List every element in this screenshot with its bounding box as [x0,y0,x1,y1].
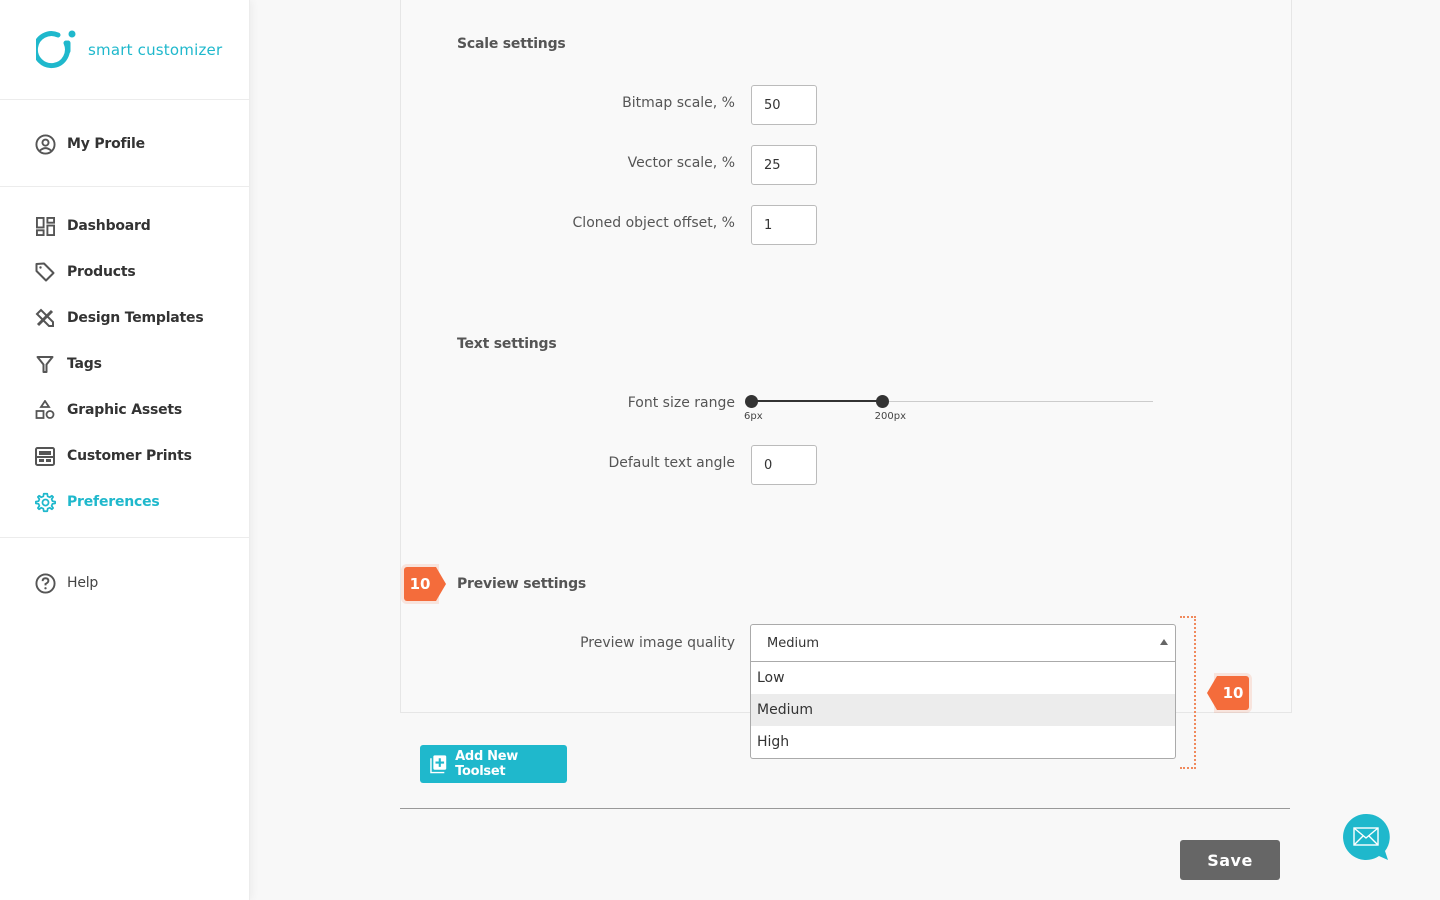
main-nav: Dashboard Products Design Templates Tags… [0,187,249,538]
default-text-angle-label: Default text angle [608,455,735,471]
mail-chat-icon [1343,813,1390,860]
preview-settings-title: Preview settings [457,576,587,592]
prints-icon [34,445,56,467]
preview-quality-options: Low Medium High [750,662,1176,759]
sidebar-item-graphic-assets[interactable]: Graphic Assets [0,387,249,433]
sidebar-item-customer-prints[interactable]: Customer Prints [0,433,249,479]
sidebar-item-help[interactable]: Help [0,560,249,606]
add-new-toolset-label: Add New Toolset [455,749,518,779]
sidebar-item-preferences[interactable]: Preferences [0,479,249,525]
user-circle-icon [34,133,56,155]
filter-icon [34,353,56,375]
sidebar-item-label: Design Templates [67,310,204,326]
profile-section: My Profile [0,100,249,187]
caret-up-icon [1160,639,1168,645]
sidebar-item-label: Help [67,575,99,591]
sidebar-item-label: My Profile [67,136,145,152]
gear-icon [34,491,56,513]
tag-icon [34,261,56,283]
sidebar-item-label: Tags [67,356,102,372]
text-settings-title: Text settings [457,336,557,352]
scale-settings-title: Scale settings [457,36,566,52]
add-stack-icon [430,755,447,774]
vector-scale-input[interactable] [751,145,817,185]
logo-icon [36,30,76,68]
sidebar-item-products[interactable]: Products [0,249,249,295]
sidebar: smart customizer My Profile Dashboard Pr… [0,0,250,900]
option-medium[interactable]: Medium [751,694,1175,726]
sidebar-item-design-templates[interactable]: Design Templates [0,295,249,341]
preview-quality-select[interactable]: Medium [750,624,1176,662]
sidebar-item-label: Graphic Assets [67,402,183,418]
sidebar-item-label: Preferences [67,494,160,510]
annotation-bracket [1180,616,1196,769]
sidebar-item-label: Customer Prints [67,448,192,464]
logo[interactable]: smart customizer [0,0,249,100]
sidebar-item-label: Products [67,264,136,280]
add-new-toolset-button[interactable]: Add New Toolset [420,745,567,783]
help-section: Help [0,538,249,606]
sidebar-item-dashboard[interactable]: Dashboard [0,203,249,249]
footer-divider [400,808,1290,809]
cloned-offset-label: Cloned object offset, % [572,215,735,231]
slider-max-label: 200px [874,411,906,422]
brand-name: smart customizer [88,40,223,59]
dashboard-icon [34,215,56,237]
question-circle-icon [34,572,56,594]
step-badge-left: 10 [404,567,446,601]
chat-button[interactable] [1342,813,1390,861]
sidebar-item-my-profile[interactable]: My Profile [0,132,249,156]
option-low[interactable]: Low [751,662,1175,694]
cloned-offset-input[interactable] [751,205,817,245]
sidebar-item-label: Dashboard [67,218,151,234]
preferences-panel: Scale settings Bitmap scale, % Vector sc… [400,0,1292,713]
bitmap-scale-input[interactable] [751,85,817,125]
vector-scale-label: Vector scale, % [627,155,735,171]
slider-max-handle[interactable] [875,395,889,408]
select-value: Medium [767,635,819,651]
design-tools-icon [34,307,56,329]
preview-quality-label: Preview image quality [580,635,735,651]
bitmap-scale-label: Bitmap scale, % [622,95,735,111]
slider-fill [751,400,882,402]
save-button[interactable]: Save [1180,840,1280,880]
default-text-angle-input[interactable] [751,445,817,485]
slider-min-label: 6px [744,411,763,422]
sidebar-item-tags[interactable]: Tags [0,341,249,387]
shapes-icon [34,399,56,421]
font-size-range-slider[interactable]: 6px 200px [744,394,1153,424]
option-high[interactable]: High [751,726,1175,758]
font-size-range-label: Font size range [627,395,735,411]
slider-min-handle[interactable] [745,395,758,408]
step-badge-right: 10 [1207,676,1249,710]
